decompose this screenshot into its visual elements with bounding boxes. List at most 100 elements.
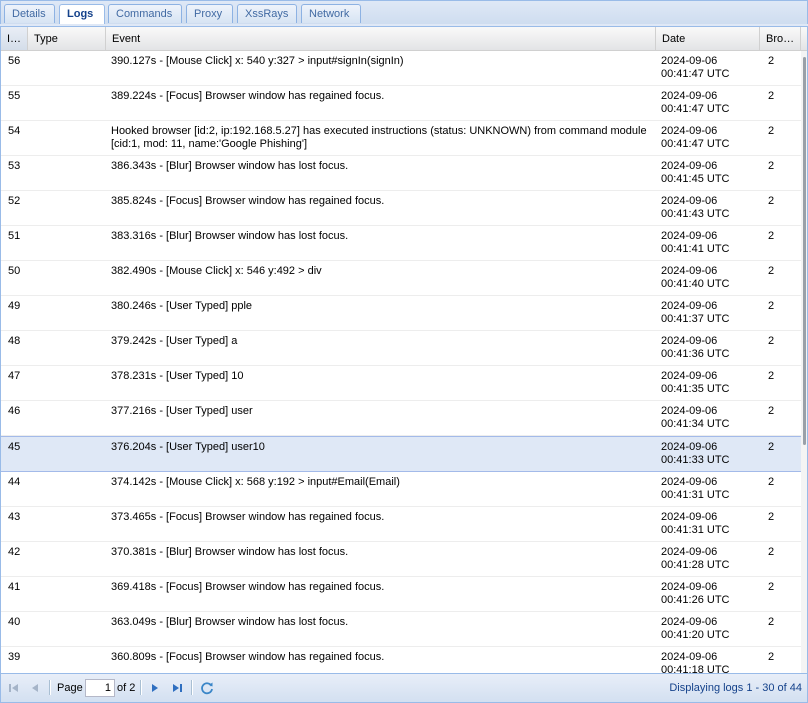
log-id: 51	[8, 230, 21, 242]
next-page-icon	[152, 684, 158, 692]
column-header-date[interactable]: Date	[656, 27, 760, 50]
log-browser: 2	[768, 405, 775, 417]
toolbar-separator	[140, 680, 142, 695]
log-browser: 2	[768, 616, 775, 628]
log-date: 2024-09-06 00:41:20 UTC	[661, 616, 730, 641]
log-event: 379.242s - [User Typed] a	[111, 335, 238, 347]
tab-details[interactable]: Details	[4, 4, 55, 23]
log-date: 2024-09-06 00:41:47 UTC	[661, 125, 730, 150]
prev-page-button[interactable]	[27, 680, 43, 696]
log-id: 42	[8, 546, 21, 558]
log-event: 376.204s - [User Typed] user10	[111, 441, 265, 453]
log-id: 54	[8, 125, 21, 137]
tab-logs[interactable]: Logs	[59, 4, 105, 28]
log-row[interactable]: 56 390.127s - [Mouse Click] x: 540 y:327 …	[1, 51, 807, 86]
log-id: 49	[8, 300, 21, 312]
log-event: 380.246s - [User Typed] pple	[111, 300, 253, 312]
next-page-button[interactable]	[147, 680, 163, 696]
log-event: 370.381s - [Blur] Browser window has los…	[111, 546, 349, 558]
column-header-type[interactable]: Type	[28, 27, 106, 50]
log-event: 374.142s - [Mouse Click] x: 568 y:192 > …	[111, 476, 400, 488]
log-id: 45	[8, 441, 21, 453]
log-row[interactable]: 48 379.242s - [User Typed] a 2024-09-06 00…	[1, 331, 807, 366]
first-page-icon	[9, 684, 18, 692]
log-row[interactable]: 51 383.316s - [Blur] Browser window has l…	[1, 226, 807, 261]
log-date: 2024-09-06 00:41:28 UTC	[661, 546, 730, 571]
log-row[interactable]: 42 370.381s - [Blur] Browser window has l…	[1, 542, 807, 577]
log-browser: 2	[768, 230, 775, 242]
log-event: 389.224s - [Focus] Browser window has re…	[111, 90, 385, 102]
log-event: 378.231s - [User Typed] 10	[111, 370, 244, 382]
log-browser: 2	[768, 546, 775, 558]
log-browser: 2	[768, 335, 775, 347]
refresh-icon	[201, 682, 213, 695]
tab-network[interactable]: Network	[301, 4, 361, 23]
column-header-event[interactable]: Event	[106, 27, 656, 50]
log-event: Hooked browser [id:2, ip:192.168.5.27] h…	[111, 125, 647, 150]
page-label: Page	[57, 682, 83, 694]
log-row[interactable]: 53 386.343s - [Blur] Browser window has l…	[1, 156, 807, 191]
tab-commands-label: Commands	[116, 8, 173, 20]
log-event: 369.418s - [Focus] Browser window has re…	[111, 581, 385, 593]
log-row[interactable]: 52 385.824s - [Focus] Browser window has …	[1, 191, 807, 226]
log-browser: 2	[768, 125, 775, 137]
column-header-id[interactable]: I…	[1, 27, 28, 50]
log-row[interactable]: 43 373.465s - [Focus] Browser window has …	[1, 507, 807, 542]
log-date: 2024-09-06 00:41:33 UTC	[661, 441, 730, 466]
log-date: 2024-09-06 00:41:31 UTC	[661, 476, 730, 501]
log-date: 2024-09-06 00:41:35 UTC	[661, 370, 730, 395]
log-browser: 2	[768, 581, 775, 593]
log-browser: 2	[768, 370, 775, 382]
log-row[interactable]: 41 369.418s - [Focus] Browser window has …	[1, 577, 807, 612]
log-browser: 2	[768, 441, 775, 453]
log-id: 43	[8, 511, 21, 523]
log-date: 2024-09-06 00:41:36 UTC	[661, 335, 730, 360]
log-date: 2024-09-06 00:41:26 UTC	[661, 581, 730, 606]
log-row[interactable]: 44 374.142s - [Mouse Click] x: 568 y:192 …	[1, 472, 807, 507]
log-row[interactable]: 54 Hooked browser [id:2, ip:192.168.5.27]…	[1, 121, 807, 156]
prev-page-icon	[32, 684, 38, 692]
log-row[interactable]: 55 389.224s - [Focus] Browser window has …	[1, 86, 807, 121]
toolbar-separator	[191, 680, 193, 695]
log-row[interactable]: 40 363.049s - [Blur] Browser window has l…	[1, 612, 807, 647]
column-header-browser[interactable]: Bro…	[760, 27, 801, 50]
tab-network-label: Network	[309, 8, 350, 20]
log-row[interactable]: 47 378.231s - [User Typed] 10 2024-09-06 0…	[1, 366, 807, 401]
tab-xssrays-label: XssRays	[245, 8, 289, 20]
log-row[interactable]: 49 380.246s - [User Typed] pple 2024-09-06…	[1, 296, 807, 331]
tab-proxy[interactable]: Proxy	[186, 4, 233, 23]
last-page-button[interactable]	[169, 680, 185, 696]
log-id: 55	[8, 90, 21, 102]
scrollbar-thumb[interactable]	[803, 57, 806, 445]
page-number-input[interactable]	[85, 679, 115, 697]
grid-header: I… Type Event Date Bro…	[1, 27, 807, 51]
refresh-button[interactable]	[199, 680, 215, 696]
log-browser: 2	[768, 265, 775, 277]
log-date: 2024-09-06 00:41:47 UTC	[661, 55, 730, 80]
toolbar-separator	[49, 680, 51, 695]
log-date: 2024-09-06 00:41:47 UTC	[661, 90, 730, 115]
tab-commands[interactable]: Commands	[108, 4, 182, 23]
log-browser: 2	[768, 90, 775, 102]
log-event: 385.824s - [Focus] Browser window has re…	[111, 195, 385, 207]
tab-logs-label: Logs	[67, 8, 94, 20]
log-id: 52	[8, 195, 21, 207]
tab-bar: Details Logs Commands Proxy XssRays Netw…	[0, 0, 808, 28]
tab-xssrays[interactable]: XssRays	[237, 4, 297, 23]
tab-details-label: Details	[12, 8, 46, 20]
log-id: 47	[8, 370, 21, 382]
first-page-button[interactable]	[6, 680, 22, 696]
log-rows: 56 390.127s - [Mouse Click] x: 540 y:327 …	[1, 51, 807, 673]
last-page-icon	[173, 684, 182, 692]
log-event: 363.049s - [Blur] Browser window has los…	[111, 616, 349, 628]
log-browser: 2	[768, 195, 775, 207]
log-browser: 2	[768, 511, 775, 523]
log-id: 48	[8, 335, 21, 347]
log-event: 360.809s - [Focus] Browser window has re…	[111, 651, 385, 663]
log-row[interactable]: 46 377.216s - [User Typed] user 2024-09-06…	[1, 401, 807, 436]
log-event: 382.490s - [Mouse Click] x: 546 y:492 > …	[111, 265, 322, 277]
log-row[interactable]: 39 360.809s - [Focus] Browser window has …	[1, 647, 807, 673]
log-row[interactable]: 50 382.490s - [Mouse Click] x: 546 y:492 …	[1, 261, 807, 296]
vertical-scrollbar[interactable]	[801, 51, 807, 673]
log-row[interactable]: 45 376.204s - [User Typed] user10 2024-09-…	[1, 436, 807, 472]
